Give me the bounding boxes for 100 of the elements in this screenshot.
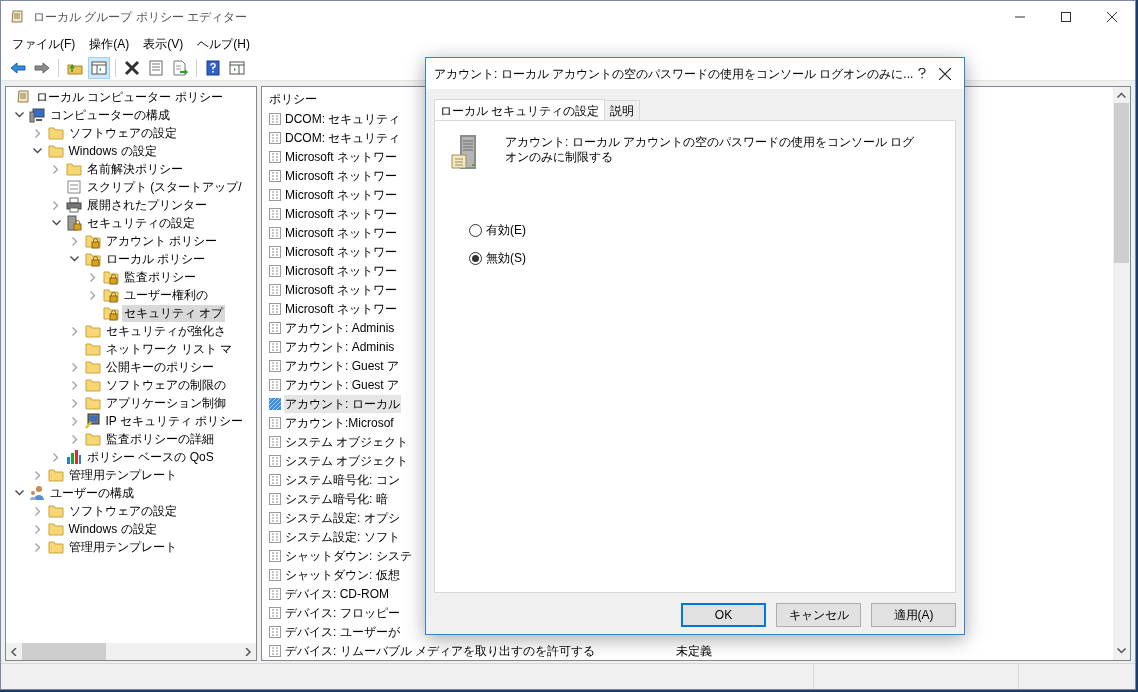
folder-icon	[47, 125, 64, 141]
tree-item[interactable]: ソフトウェアの設定	[66, 124, 179, 142]
radio-button[interactable]	[469, 223, 482, 237]
tree-item[interactable]: ポリシー ベースの QoS	[85, 448, 216, 466]
policy-row[interactable]: Microsoft ネットワー	[284, 242, 398, 261]
policy-row[interactable]: アカウント: Adminis	[284, 318, 396, 337]
tree-item[interactable]: ユーザーの構成	[48, 484, 136, 502]
radio-button[interactable]	[469, 251, 482, 265]
menu-item[interactable]: ファイル(F)	[5, 33, 83, 55]
policy-row[interactable]: Microsoft ネットワー	[284, 166, 398, 185]
tree-item[interactable]: 公開キーのポリシー	[103, 358, 216, 376]
tab[interactable]: ローカル セキュリティの設定	[434, 99, 606, 121]
collapse-chevron-icon[interactable]	[30, 148, 45, 154]
policy-description: アカウント: ローカル アカウントの空のパスワードの使用をコンソール ログオンのみに制限する	[505, 135, 916, 166]
policy-row[interactable]: デバイス: フロッピー	[284, 603, 401, 622]
policy-icon	[268, 453, 282, 468]
locked-folder-icon	[103, 269, 119, 285]
policy-row[interactable]: デバイス: CD-ROM	[284, 584, 390, 603]
tree-item[interactable]: ローカル ポリシー	[103, 250, 207, 268]
menu-item[interactable]: ヘルプ(H)	[190, 33, 257, 55]
tree-item[interactable]: ローカル コンピューター ポリシー	[34, 88, 225, 106]
policy-row[interactable]: システム設定: ソフト	[284, 527, 401, 546]
policy-row[interactable]: Microsoft ネットワー	[284, 204, 398, 223]
policy-row[interactable]: Microsoft ネットワー	[284, 261, 398, 280]
policy-icon	[268, 130, 282, 145]
dialog-button[interactable]: OK	[681, 603, 766, 627]
policy-icon	[268, 643, 282, 658]
tree-item[interactable]: 監査ポリシーの詳細	[103, 430, 216, 448]
policy-icon	[268, 624, 282, 639]
policy-row[interactable]: デバイス: リムーバブル メディアを取り出すのを許可する	[284, 641, 596, 660]
tree-item[interactable]: ソフトウェアの設定	[66, 502, 179, 520]
tree-pane-button[interactable]	[88, 56, 110, 79]
collapse-chevron-icon[interactable]	[12, 490, 26, 496]
policy-row[interactable]: DCOM: セキュリティ	[284, 128, 402, 147]
column-header[interactable]: ポリシー	[269, 90, 317, 108]
tree-item[interactable]: セキュリティ オプ	[122, 304, 226, 322]
horizontal-scrollbar[interactable]	[6, 643, 256, 660]
policy-row[interactable]: システム オブジェクト	[284, 432, 410, 451]
tree-item[interactable]: ネットワーク リスト マ	[103, 340, 235, 358]
server-lock-icon	[66, 215, 82, 231]
dialog-button[interactable]: 適用(A)	[871, 603, 956, 627]
tree-item[interactable]: アプリケーション制御	[103, 394, 228, 412]
policy-row[interactable]: Microsoft ネットワー	[284, 280, 398, 299]
policy-row[interactable]: アカウント: ローカル	[284, 394, 401, 413]
policy-row[interactable]: シャットダウン: システ	[284, 546, 413, 565]
folder-icon	[47, 539, 64, 555]
tree-item[interactable]: セキュリティが強化さ	[103, 322, 228, 340]
tree-item[interactable]: ソフトウェアの制限の	[103, 376, 228, 394]
policy-icon	[268, 206, 282, 221]
policy-row[interactable]: デバイス: ユーザーが	[284, 622, 401, 641]
dialog-button[interactable]: キャンセル	[776, 603, 861, 627]
menu-item[interactable]: 操作(A)	[82, 33, 137, 55]
locked-folder-icon	[84, 233, 101, 249]
policy-row[interactable]: シャットダウン: 仮想	[284, 565, 401, 584]
policy-row[interactable]: アカウント:Microsof	[284, 413, 395, 432]
tree-item[interactable]: 監査ポリシー	[122, 268, 198, 286]
scrollbar-thumb[interactable]	[1114, 103, 1129, 263]
tree-item[interactable]: IP セキュリティ ポリシー	[103, 412, 246, 430]
policy-row[interactable]: Microsoft ネットワー	[284, 299, 398, 318]
policy-row[interactable]: アカウント: Adminis	[284, 337, 396, 356]
policy-row[interactable]: Microsoft ネットワー	[284, 223, 398, 242]
tree-item[interactable]: 展開されたプリンター	[85, 196, 209, 214]
tree-item[interactable]: 名前解決ポリシー	[85, 160, 185, 178]
tree-item[interactable]: Windows の設定	[66, 520, 159, 538]
policy-row[interactable]: システム オブジェクト	[284, 451, 410, 470]
scroll-left-icon[interactable]	[10, 647, 18, 656]
tree-item[interactable]: 管理用テンプレート	[66, 538, 179, 556]
policy-row[interactable]: アカウント: Guest ア	[284, 356, 401, 375]
collapse-chevron-icon[interactable]	[67, 256, 82, 262]
scroll-icon	[9, 9, 25, 25]
scroll-up-icon[interactable]	[1117, 92, 1126, 98]
tab[interactable]: 説明	[605, 100, 641, 120]
policy-row[interactable]: Microsoft ネットワー	[284, 185, 398, 204]
policy-setting: 未定義	[676, 642, 712, 660]
policy-icon	[268, 149, 282, 164]
policy-row[interactable]: システム設定: オプシ	[284, 508, 401, 527]
collapse-chevron-icon[interactable]	[49, 220, 63, 226]
tree-item[interactable]: コンピューターの構成	[48, 106, 172, 124]
vertical-scrollbar[interactable]	[1113, 87, 1130, 660]
tree-item[interactable]: スクリプト (スタートアップ/	[85, 178, 244, 196]
policy-row[interactable]: DCOM: セキュリティ	[284, 109, 402, 128]
tree-item[interactable]: アカウント ポリシー	[103, 232, 219, 250]
scroll-down-icon[interactable]	[1117, 648, 1126, 654]
radio-label[interactable]: 無効(S)	[486, 249, 526, 267]
tree-item[interactable]: ユーザー権利の	[122, 286, 210, 304]
policy-row[interactable]: Microsoft ネットワー	[284, 147, 398, 166]
policy-row[interactable]: システム暗号化: コン	[284, 470, 401, 489]
tree-item[interactable]: 管理用テンプレート	[66, 466, 179, 484]
policy-icon	[268, 225, 282, 240]
policy-icon	[268, 567, 282, 582]
scroll-right-icon[interactable]	[244, 647, 252, 656]
tree-item[interactable]: セキュリティの設定	[85, 214, 197, 232]
policy-icon	[268, 282, 282, 297]
policy-row[interactable]: システム暗号化: 暗	[284, 489, 389, 508]
tree-item[interactable]: Windows の設定	[66, 142, 159, 160]
radio-label[interactable]: 有効(E)	[486, 221, 526, 239]
scrollbar-thumb[interactable]	[22, 643, 106, 660]
collapse-chevron-icon[interactable]	[12, 112, 26, 118]
policy-row[interactable]: アカウント: Guest ア	[284, 375, 401, 394]
menu-item[interactable]: 表示(V)	[136, 33, 191, 55]
